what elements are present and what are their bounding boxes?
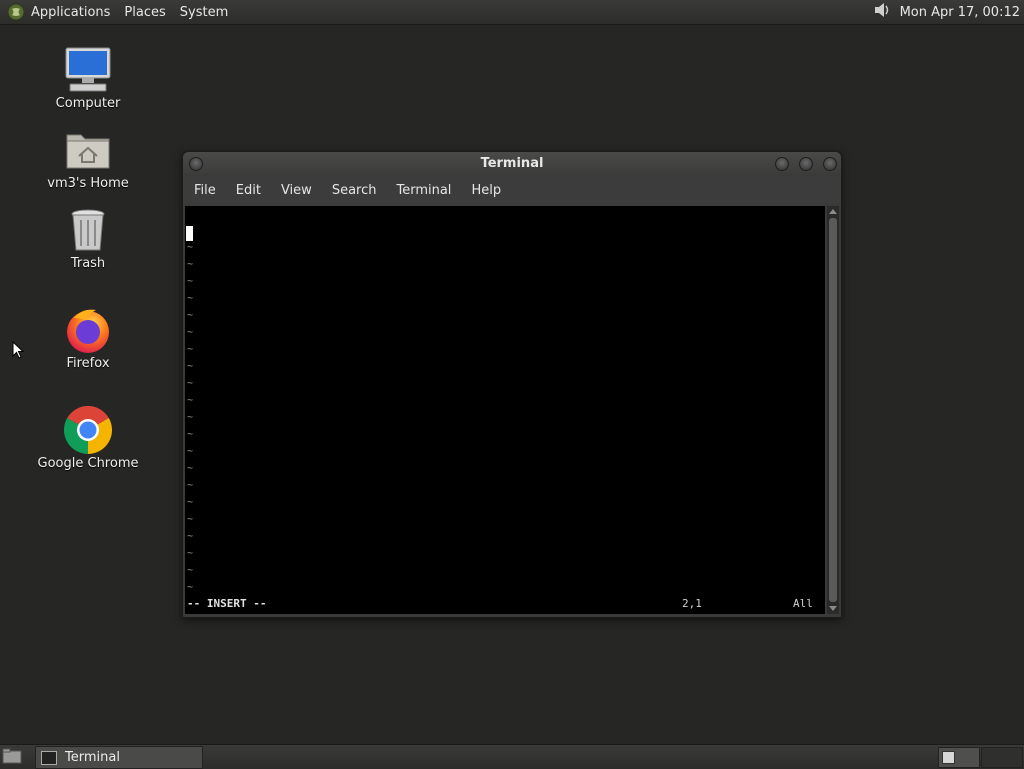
desktop-icon-firefox[interactable]: Firefox <box>33 306 143 371</box>
clock[interactable]: Mon Apr 17, 00:12 <box>900 5 1020 20</box>
vim-empty-line-marker: ~ <box>187 548 194 559</box>
home-folder-icon <box>64 126 112 174</box>
vim-empty-line-marker: ~ <box>187 531 194 542</box>
workspace-1[interactable] <box>938 747 980 768</box>
trash-icon <box>64 206 112 254</box>
vim-empty-line-marker: ~ <box>187 361 194 372</box>
vim-empty-line-marker: ~ <box>187 395 194 406</box>
taskbar-terminal-button[interactable]: Terminal <box>35 746 203 769</box>
terminal-icon <box>41 750 57 765</box>
vim-empty-line-marker: ~ <box>187 565 194 576</box>
scroll-position: All <box>793 597 813 610</box>
chrome-icon <box>63 405 113 454</box>
vim-empty-line-marker: ~ <box>187 514 194 525</box>
vim-empty-line-marker: ~ <box>187 344 194 355</box>
desktop-icon-label: Google Chrome <box>37 456 139 471</box>
window-titlebar[interactable]: Terminal <box>183 152 841 176</box>
computer-icon <box>64 46 112 94</box>
terminal-scrollbar[interactable] <box>827 206 839 614</box>
menu-view[interactable]: View <box>281 183 312 198</box>
vim-empty-line-marker: ~ <box>187 446 194 457</box>
bottom-panel: Terminal <box>0 744 1024 769</box>
menu-help[interactable]: Help <box>471 183 501 198</box>
vim-empty-line-marker: ~ <box>187 310 194 321</box>
vim-empty-line-marker: ~ <box>187 429 194 440</box>
firefox-icon <box>64 306 112 354</box>
window-title: Terminal <box>480 156 544 171</box>
scroll-thumb[interactable] <box>829 218 837 602</box>
scroll-down-icon[interactable] <box>829 606 837 611</box>
menu-search[interactable]: Search <box>332 183 377 198</box>
menu-file[interactable]: File <box>194 183 216 198</box>
maximize-button[interactable] <box>799 157 813 171</box>
vim-empty-line-marker: ~ <box>187 497 194 508</box>
vim-empty-line-marker: ~ <box>187 259 194 270</box>
applications-menu[interactable]: Applications <box>31 5 110 20</box>
desktop-icon-chrome[interactable]: Google Chrome <box>33 405 143 471</box>
menu-logo-icon[interactable] <box>7 3 25 21</box>
scroll-up-icon[interactable] <box>829 209 837 214</box>
mouse-pointer-icon <box>12 340 25 363</box>
terminal-content[interactable]: -- INSERT -- 2,1 All ~ ~ ~ ~ ~ ~ ~ ~ ~ ~ ~ ~ ~ ~ ~ ~ ~ ~ ~… <box>185 206 825 614</box>
vim-mode-indicator: -- INSERT -- <box>187 597 267 610</box>
menu-terminal[interactable]: Terminal <box>396 183 451 198</box>
vim-empty-line-marker: ~ <box>187 463 194 474</box>
vim-empty-line-marker: ~ <box>187 327 194 338</box>
system-menu[interactable]: System <box>180 5 228 20</box>
top-panel: Applications Places System Mon Apr 17, 0… <box>0 0 1024 25</box>
vim-empty-line-marker: ~ <box>187 378 194 389</box>
vim-empty-line-marker: ~ <box>187 412 194 423</box>
menu-edit[interactable]: Edit <box>236 183 261 198</box>
desktop-icon-trash[interactable]: Trash <box>33 206 143 271</box>
desktop-icon-label: vm3's Home <box>47 176 129 191</box>
minimize-button[interactable] <box>775 157 789 171</box>
show-desktop-icon[interactable] <box>2 748 22 765</box>
taskbar-task-label: Terminal <box>65 750 120 765</box>
vim-empty-line-marker: ~ <box>187 480 194 491</box>
text-cursor <box>186 226 193 241</box>
window-menubar: File Edit View Search Terminal Help <box>183 176 841 204</box>
desktop-icon-label: Trash <box>70 256 106 271</box>
places-menu[interactable]: Places <box>124 5 165 20</box>
desktop-icon-label: Computer <box>55 96 121 111</box>
vim-empty-line-marker: ~ <box>187 242 194 253</box>
vim-empty-line-marker: ~ <box>187 293 194 304</box>
desktop-icon-computer[interactable]: Computer <box>33 46 143 111</box>
cursor-position: 2,1 <box>682 597 702 610</box>
terminal-window[interactable]: Terminal File Edit View Search Terminal … <box>182 151 842 618</box>
close-button[interactable] <box>823 157 837 171</box>
workspace-2[interactable] <box>981 747 1023 768</box>
speaker-icon[interactable] <box>872 1 892 23</box>
vim-empty-line-marker: ~ <box>187 276 194 287</box>
window-menu-icon[interactable] <box>189 157 203 171</box>
vim-empty-line-marker: ~ <box>187 582 194 593</box>
desktop-icon-home[interactable]: vm3's Home <box>33 126 143 191</box>
desktop-icon-label: Firefox <box>66 356 110 371</box>
workspace-window-thumb <box>942 751 955 764</box>
